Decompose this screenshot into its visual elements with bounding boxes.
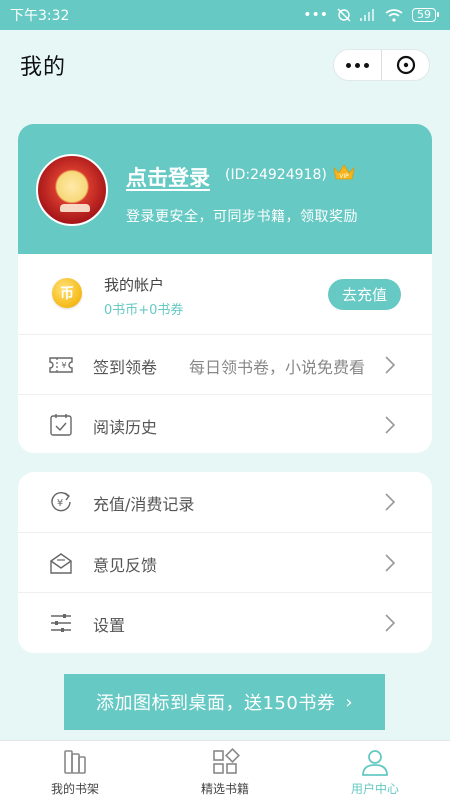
account-card: 币 我的帐户 0书币+0书券 去充值 ¥ 签到领卷 每日领书卷，小说免费看 阅读… bbox=[18, 254, 432, 453]
close-circle-icon bbox=[396, 55, 415, 75]
chevron-right-icon bbox=[385, 416, 396, 434]
user-icon bbox=[362, 750, 388, 776]
chevron-right-icon: › bbox=[345, 691, 354, 713]
grid-apps-icon bbox=[213, 748, 240, 774]
vip-crown-icon: VIP bbox=[333, 164, 355, 180]
ticket-icon: ¥ bbox=[49, 357, 73, 373]
profile-card: 点击登录 (ID:24924918) VIP 登录更安全，可同步书籍，领取奖励 bbox=[18, 124, 432, 254]
menu-item-label: 意见反馈 bbox=[93, 556, 158, 575]
promo-label: 添加图标到桌面，送150书券 bbox=[95, 693, 336, 714]
vip-badge-text: VIP bbox=[339, 173, 349, 180]
menu-item-settings[interactable]: 设置 bbox=[18, 592, 432, 652]
bottom-nav: 我的书架 精选书籍 用户中心 bbox=[0, 740, 450, 800]
nav-label: 用户中心 bbox=[350, 782, 399, 796]
svg-text:¥: ¥ bbox=[61, 361, 66, 370]
mail-feedback-icon bbox=[50, 553, 72, 574]
chevron-right-icon bbox=[385, 614, 396, 632]
sliders-icon bbox=[51, 614, 71, 632]
tab-user-center[interactable]: 用户中心 bbox=[300, 741, 450, 800]
menu-item-label: 阅读历史 bbox=[93, 418, 158, 437]
menu-item-label: 充值/消费记录 bbox=[93, 495, 195, 514]
svg-text:¥: ¥ bbox=[57, 498, 63, 509]
menu-item-label: 设置 bbox=[93, 616, 126, 635]
add-to-desktop-button[interactable]: 添加图标到桌面，送150书券 › bbox=[64, 674, 385, 730]
status-icons: ••• 59 bbox=[303, 7, 439, 23]
alarm-off-icon bbox=[337, 8, 351, 22]
nav-label: 我的书架 bbox=[50, 782, 99, 796]
login-description: 登录更安全，可同步书籍，领取奖励 bbox=[126, 209, 358, 225]
menu-item-recharge-records[interactable]: ¥ 充值/消费记录 bbox=[18, 472, 432, 532]
battery-icon: 59 bbox=[412, 8, 439, 22]
settings-card: ¥ 充值/消费记录 意见反馈 设置 bbox=[18, 472, 432, 653]
menu-item-feedback[interactable]: 意见反馈 bbox=[18, 532, 432, 592]
more-dots-icon bbox=[346, 62, 369, 68]
menu-item-checkin[interactable]: ¥ 签到领卷 每日领书卷，小说免费看 bbox=[18, 334, 432, 394]
recharge-button[interactable]: 去充值 bbox=[328, 279, 401, 310]
tab-featured-books[interactable]: 精选书籍 bbox=[150, 741, 300, 800]
menu-item-description: 每日领书卷，小说免费看 bbox=[189, 358, 366, 377]
yuan-refresh-icon: ¥ bbox=[51, 492, 71, 512]
menu-item-reading-history[interactable]: 阅读历史 bbox=[18, 394, 432, 454]
chevron-right-icon bbox=[385, 493, 396, 511]
wifi-icon bbox=[385, 8, 403, 22]
more-dots-icon: ••• bbox=[303, 7, 328, 23]
status-time: 下午3:32 bbox=[10, 8, 70, 24]
menu-item-label: 签到领卷 bbox=[93, 358, 158, 377]
more-button[interactable] bbox=[334, 50, 381, 80]
account-balance: 0书币+0书券 bbox=[104, 303, 184, 318]
chevron-right-icon bbox=[385, 554, 396, 572]
page-header: 我的 bbox=[0, 30, 450, 100]
avatar[interactable] bbox=[36, 154, 108, 226]
tab-bookshelf[interactable]: 我的书架 bbox=[0, 741, 150, 800]
mini-program-capsule bbox=[333, 49, 430, 81]
nav-label: 精选书籍 bbox=[200, 782, 249, 796]
status-bar: 下午3:32 ••• 59 bbox=[0, 0, 450, 30]
account-title: 我的帐户 bbox=[104, 276, 165, 294]
account-row[interactable]: 币 我的帐户 0书币+0书券 去充值 bbox=[18, 254, 432, 334]
page-title: 我的 bbox=[20, 55, 67, 80]
login-link[interactable]: 点击登录 bbox=[126, 162, 210, 192]
close-button[interactable] bbox=[382, 50, 429, 80]
chevron-right-icon bbox=[385, 356, 396, 374]
user-id: (ID:24924918) bbox=[225, 167, 327, 183]
signal-icon bbox=[360, 9, 374, 21]
coin-icon: 币 bbox=[52, 278, 82, 308]
bookshelf-icon bbox=[64, 750, 86, 774]
calendar-check-icon bbox=[50, 414, 72, 436]
